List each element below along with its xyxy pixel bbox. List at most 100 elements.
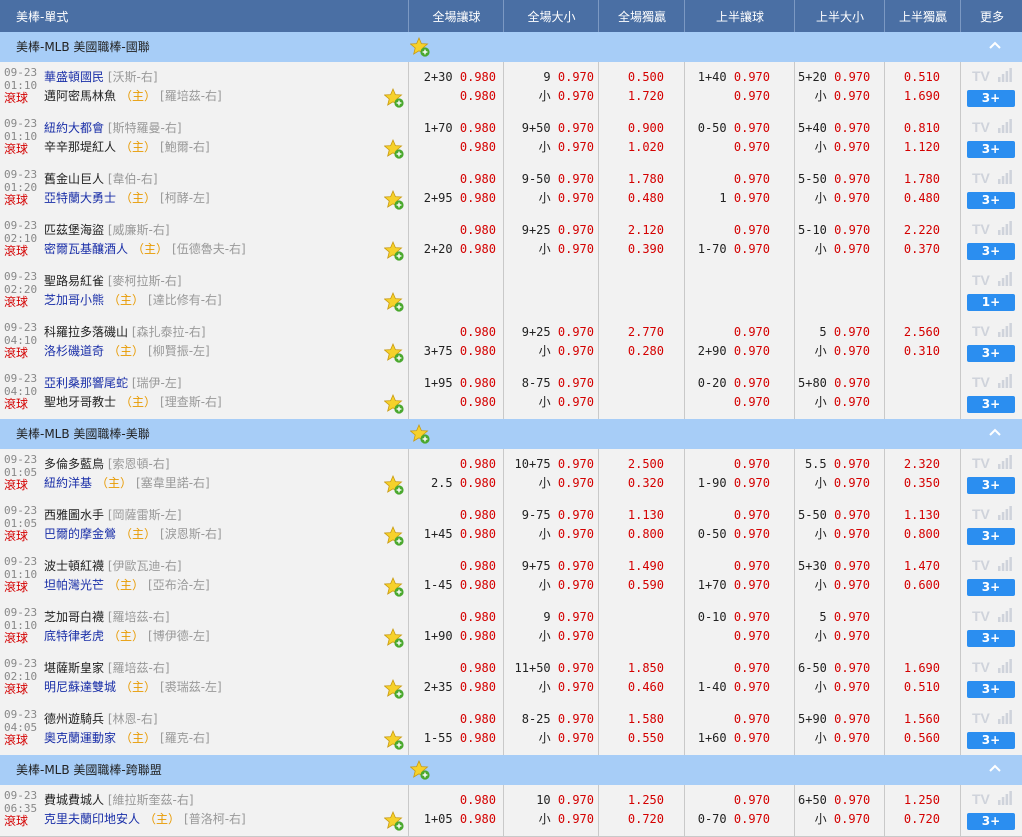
odds-ou[interactable]: 小 0.970 [507, 729, 594, 748]
odds-ml[interactable]: 0.550 [602, 729, 664, 748]
odds-ou[interactable]: 9+75 0.970 [507, 557, 594, 576]
odds-hhc[interactable]: 0.970 [688, 393, 770, 412]
add-favorite-star-icon[interactable] [383, 474, 404, 495]
odds-hml[interactable]: 1.780 [888, 170, 940, 189]
odds-ml[interactable]: 0.280 [602, 342, 664, 361]
odds-hml[interactable] [888, 393, 940, 412]
match-favorite[interactable] [383, 810, 404, 831]
odds-hhc[interactable]: 1 0.970 [688, 189, 770, 208]
more-bets-button[interactable]: 3+ [967, 630, 1015, 647]
odds-ou[interactable]: 8-25 0.970 [507, 710, 594, 729]
odds-hou[interactable]: 5+20 0.970 [798, 68, 870, 87]
odds-ou[interactable]: 9+50 0.970 [507, 119, 594, 138]
odds-ml[interactable]: 2.120 [602, 221, 664, 240]
odds-hhc[interactable]: 0.970 [688, 791, 770, 810]
odds-ou[interactable]: 9-50 0.970 [507, 170, 594, 189]
collapse-chevron-icon[interactable] [988, 38, 1002, 52]
odds-hou[interactable]: 小 0.970 [798, 189, 870, 208]
odds-ml[interactable]: 0.500 [602, 68, 664, 87]
odds-hou[interactable]: 6+50 0.970 [798, 791, 870, 810]
add-favorite-star-icon[interactable] [383, 525, 404, 546]
odds-hou[interactable]: 小 0.970 [798, 393, 870, 412]
odds-hc[interactable]: 3+75 0.980 [412, 342, 496, 361]
add-favorite-star-icon[interactable] [383, 627, 404, 648]
odds-hml[interactable]: 0.510 [888, 68, 940, 87]
odds-hml[interactable]: 1.120 [888, 138, 940, 157]
match-favorite[interactable] [383, 138, 404, 159]
match-favorite[interactable] [383, 729, 404, 750]
odds-hc[interactable]: 1-45 0.980 [412, 576, 496, 595]
league-header[interactable]: 美棒-MLB 美國職棒-跨聯盟 [0, 755, 1022, 785]
odds-hhc[interactable]: 0.970 [688, 710, 770, 729]
add-favorite-star-icon[interactable] [383, 87, 404, 108]
odds-hc[interactable]: 1-55 0.980 [412, 729, 496, 748]
odds-hc[interactable]: 2.5 0.980 [412, 474, 496, 493]
odds-ou[interactable]: 9 0.970 [507, 68, 594, 87]
odds-ml[interactable]: 1.720 [602, 87, 664, 106]
odds-hhc[interactable]: 0.970 [688, 659, 770, 678]
more-bets-button[interactable]: 1+ [967, 294, 1015, 311]
odds-hml[interactable]: 1.690 [888, 87, 940, 106]
more-bets-button[interactable]: 3+ [967, 243, 1015, 260]
odds-ml[interactable]: 1.780 [602, 170, 664, 189]
odds-ml[interactable] [602, 374, 664, 393]
odds-ml[interactable] [602, 627, 664, 646]
odds-hou[interactable]: 小 0.970 [798, 627, 870, 646]
odds-hc[interactable]: 0.980 [412, 506, 496, 525]
odds-hml[interactable]: 0.370 [888, 240, 940, 259]
add-favorite-star-icon[interactable] [383, 810, 404, 831]
more-bets-button[interactable]: 3+ [967, 681, 1015, 698]
odds-hhc[interactable]: 0.970 [688, 87, 770, 106]
odds-ou[interactable]: 小 0.970 [507, 810, 594, 829]
odds-hou[interactable] [798, 272, 870, 291]
odds-hou[interactable]: 5+40 0.970 [798, 119, 870, 138]
odds-hou[interactable]: 5+80 0.970 [798, 374, 870, 393]
odds-ml[interactable]: 0.720 [602, 810, 664, 829]
league-favorite[interactable] [409, 759, 430, 780]
odds-ml[interactable]: 0.480 [602, 189, 664, 208]
odds-ml[interactable]: 0.320 [602, 474, 664, 493]
odds-hc[interactable]: 0.980 [412, 608, 496, 627]
odds-hc[interactable]: 0.980 [412, 659, 496, 678]
odds-hc[interactable]: 2+20 0.980 [412, 240, 496, 259]
odds-hhc[interactable]: 0.970 [688, 627, 770, 646]
odds-hou[interactable]: 5.5 0.970 [798, 455, 870, 474]
odds-ml[interactable]: 0.590 [602, 576, 664, 595]
odds-hc[interactable]: 1+05 0.980 [412, 810, 496, 829]
more-bets-button[interactable]: 3+ [967, 141, 1015, 158]
league-favorite[interactable] [409, 36, 430, 57]
odds-hhc[interactable] [688, 272, 770, 291]
match-favorite[interactable] [383, 240, 404, 261]
odds-ml[interactable]: 0.390 [602, 240, 664, 259]
league-header[interactable]: 美棒-MLB 美國職棒-美聯 [0, 419, 1022, 449]
odds-ou[interactable]: 10+75 0.970 [507, 455, 594, 474]
odds-ou[interactable]: 9 0.970 [507, 608, 594, 627]
odds-ml[interactable] [602, 393, 664, 412]
odds-ml[interactable] [602, 272, 664, 291]
odds-hhc[interactable]: 1+70 0.970 [688, 576, 770, 595]
odds-ou[interactable]: 小 0.970 [507, 342, 594, 361]
add-favorite-star-icon[interactable] [409, 423, 430, 444]
add-favorite-star-icon[interactable] [383, 576, 404, 597]
odds-hc[interactable]: 0.980 [412, 557, 496, 576]
odds-hhc[interactable]: 0.970 [688, 323, 770, 342]
odds-hc[interactable] [412, 272, 496, 291]
add-favorite-star-icon[interactable] [383, 291, 404, 312]
more-bets-button[interactable]: 3+ [967, 477, 1015, 494]
odds-hou[interactable]: 小 0.970 [798, 138, 870, 157]
odds-ou[interactable]: 9+25 0.970 [507, 221, 594, 240]
odds-ml[interactable]: 1.850 [602, 659, 664, 678]
odds-hou[interactable]: 5 0.970 [798, 608, 870, 627]
odds-ml[interactable]: 1.020 [602, 138, 664, 157]
odds-ml[interactable]: 0.460 [602, 678, 664, 697]
match-favorite[interactable] [383, 678, 404, 699]
odds-ml[interactable]: 1.130 [602, 506, 664, 525]
odds-hc[interactable]: 0.980 [412, 393, 496, 412]
league-header[interactable]: 美棒-MLB 美國職棒-國聯 [0, 32, 1022, 62]
odds-hou[interactable]: 小 0.970 [798, 810, 870, 829]
odds-hhc[interactable]: 1-70 0.970 [688, 240, 770, 259]
odds-hml[interactable] [888, 291, 940, 310]
odds-hou[interactable]: 5 0.970 [798, 323, 870, 342]
odds-hou[interactable] [798, 291, 870, 310]
collapse-chevron-icon[interactable] [988, 425, 1002, 439]
